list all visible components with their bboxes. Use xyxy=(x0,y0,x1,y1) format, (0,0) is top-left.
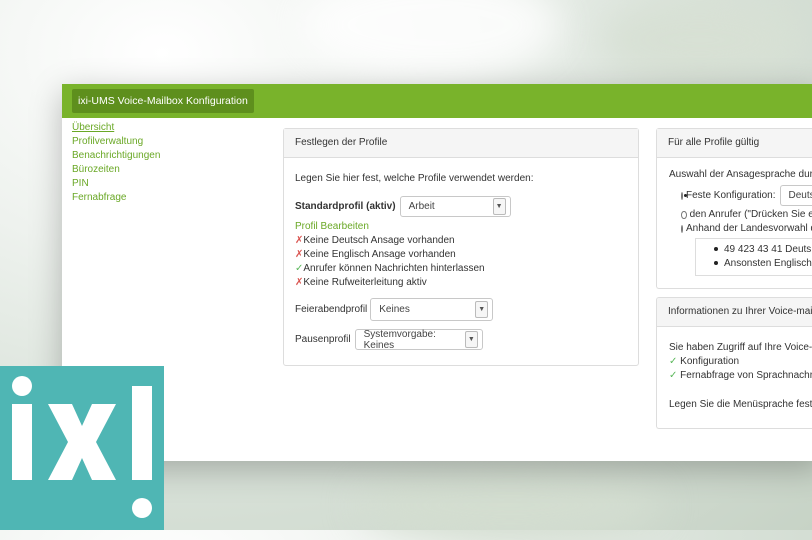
radio-caller[interactable] xyxy=(681,211,687,219)
feierabend-select[interactable]: Keines ▼ xyxy=(370,298,493,321)
check-icon: ✓ xyxy=(669,370,677,381)
bullet-icon xyxy=(714,247,718,251)
all-profiles-panel: Für alle Profile gültig Auswahl der Ansa… xyxy=(656,128,812,289)
background-blob xyxy=(300,0,560,80)
standard-profile-value: Arbeit xyxy=(409,201,435,212)
menu-language-label: Legen Sie die Menüsprache fest xyxy=(669,398,812,412)
top-bar: ixi-UMS Voice-Mailbox Konfiguration xyxy=(62,84,812,118)
chevron-down-icon: ▼ xyxy=(465,331,478,348)
sidebar-nav: Übersicht Profilverwaltung Benachrichtig… xyxy=(72,121,160,205)
standard-profile-select[interactable]: Arbeit ▼ xyxy=(400,196,511,217)
feierabend-label: Feierabendprofil xyxy=(295,303,367,317)
profiles-panel-body: Legen Sie hier fest, welche Profile verw… xyxy=(284,158,638,360)
standard-profile-row: Standardprofil (aktiv) Arbeit ▼ xyxy=(295,196,627,217)
status-text: Keine Englisch Ansage vorhanden xyxy=(303,249,455,260)
country-rule-text: 49 423 43 41 Deuts xyxy=(724,244,811,255)
status-item: ✗Keine Deutsch Ansage vorhanden xyxy=(295,234,627,248)
option-caller-row: den Anrufer ("Drücken Sie ei xyxy=(669,208,812,222)
info-heading: Informationen zu Ihrer Voice-mailb xyxy=(657,298,812,327)
option-fixed-label: Feste Konfiguration: xyxy=(686,189,776,203)
access-item-text: Fernabfrage von Sprachnachrich xyxy=(680,370,812,381)
country-rule: 49 423 43 41 Deuts xyxy=(714,243,812,257)
pausen-select[interactable]: Systemvorgabe: Keines ▼ xyxy=(355,329,483,350)
radio-country[interactable] xyxy=(681,225,683,233)
nav-item-benachrichtigungen[interactable]: Benachrichtigungen xyxy=(72,149,160,163)
app-window: ixi-UMS Voice-Mailbox Konfiguration Über… xyxy=(62,84,812,461)
bullet-icon xyxy=(714,261,718,265)
option-caller-label: den Anrufer ("Drücken Sie ei xyxy=(690,208,812,222)
edit-profile-link[interactable]: Profil Bearbeiten xyxy=(295,220,627,234)
profiles-panel-heading: Festlegen der Profile xyxy=(284,129,638,158)
country-rules-box: 49 423 43 41 Deuts Ansonsten Englisch xyxy=(695,238,812,276)
feierabend-value: Keines xyxy=(379,304,410,315)
all-profiles-body: Auswahl der Ansagesprache durch Feste Ko… xyxy=(657,158,812,276)
radio-fixed[interactable] xyxy=(681,192,683,200)
status-item: ✓Anrufer können Nachrichten hinterlassen xyxy=(295,262,627,276)
else-rule: Ansonsten Englisch xyxy=(714,257,812,271)
background-blob xyxy=(600,0,800,80)
status-text: Anrufer können Nachrichten hinterlassen xyxy=(303,263,484,274)
pausen-label: Pausenprofil xyxy=(295,333,351,347)
fixed-language-value: Deuts xyxy=(789,190,812,201)
feierabend-row: Feierabendprofil Keines ▼ xyxy=(295,298,627,321)
ixi-logo-graphic xyxy=(0,366,164,530)
option-fixed-row: Feste Konfiguration: Deuts xyxy=(669,185,812,206)
status-text: Keine Deutsch Ansage vorhanden xyxy=(303,235,454,246)
else-rule-text: Ansonsten Englisch xyxy=(724,258,812,269)
pausen-row: Pausenprofil Systemvorgabe: Keines ▼ xyxy=(295,329,627,350)
access-item-text: Konfiguration xyxy=(680,356,739,367)
nav-item-profilverwaltung[interactable]: Profilverwaltung xyxy=(72,135,160,149)
nav-item-pin[interactable]: PIN xyxy=(72,177,160,191)
info-panel: Informationen zu Ihrer Voice-mailb Sie h… xyxy=(656,297,812,429)
standard-profile-label: Standardprofil (aktiv) xyxy=(295,200,396,214)
chevron-down-icon: ▼ xyxy=(493,198,506,215)
option-country-label: Anhand der Landesvorwahl d xyxy=(686,222,812,236)
access-intro: Sie haben Zugriff auf Ihre Voice-m xyxy=(669,341,812,355)
info-body: Sie haben Zugriff auf Ihre Voice-m ✓ Kon… xyxy=(657,327,812,415)
chevron-down-icon: ▼ xyxy=(475,301,488,318)
status-item: ✗Keine Englisch Ansage vorhanden xyxy=(295,248,627,262)
ixi-logo: ixi xyxy=(0,366,164,530)
app-title[interactable]: ixi-UMS Voice-Mailbox Konfiguration xyxy=(72,89,254,113)
profiles-panel: Festlegen der Profile Legen Sie hier fes… xyxy=(283,128,639,366)
check-icon: ✓ xyxy=(669,356,677,367)
all-profiles-heading: Für alle Profile gültig xyxy=(657,129,812,158)
nav-item-uebersicht[interactable]: Übersicht xyxy=(72,121,160,135)
access-item: ✓ Konfiguration xyxy=(669,355,812,369)
language-intro: Auswahl der Ansagesprache durch xyxy=(669,168,812,182)
nav-item-buerozeiten[interactable]: Bürozeiten xyxy=(72,163,160,177)
pausen-value: Systemvorgabe: Keines xyxy=(364,329,465,351)
status-item: ✗Keine Rufweiterleitung aktiv xyxy=(295,276,627,290)
status-text: Keine Rufweiterleitung aktiv xyxy=(303,277,426,288)
menu-language-row: Legen Sie die Menüsprache fest xyxy=(669,394,812,415)
fixed-language-select[interactable]: Deuts xyxy=(780,185,812,206)
profiles-intro: Legen Sie hier fest, welche Profile verw… xyxy=(295,172,627,186)
nav-item-fernabfrage[interactable]: Fernabfrage xyxy=(72,191,160,205)
option-country-row: Anhand der Landesvorwahl d xyxy=(669,222,812,236)
access-item: ✓ Fernabfrage von Sprachnachrich xyxy=(669,369,812,383)
